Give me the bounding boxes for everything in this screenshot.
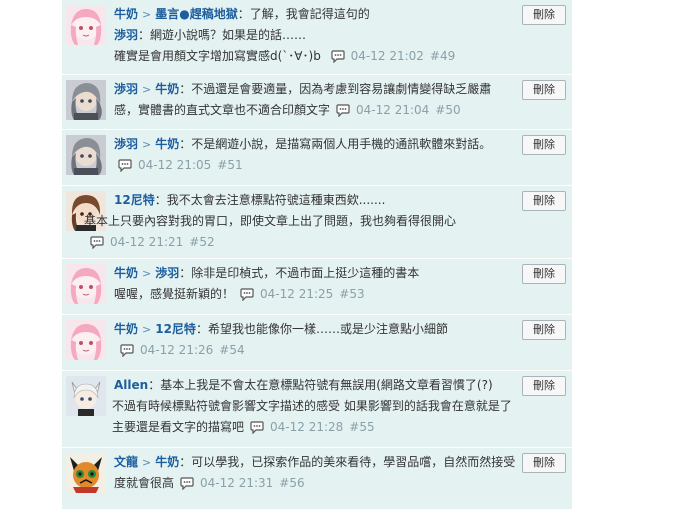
- avatar-grey-hair[interactable]: [66, 135, 106, 175]
- reply-time: 04-12 21:31: [200, 476, 274, 490]
- floor-number[interactable]: #53: [339, 287, 364, 301]
- delete-button[interactable]: 刪除: [522, 376, 566, 396]
- user-link[interactable]: 牛奶: [114, 322, 138, 336]
- reply-text: 牛奶 > 渉羽：除非是印楨式，不過市面上挺少這種的書本 喔喔，感覺挺新穎的！ 04-1…: [114, 263, 502, 308]
- reply-item: 牛奶 > 渉羽：除非是印楨式，不過市面上挺少這種的書本 喔喔，感覺挺新穎的！ 04-1…: [62, 259, 572, 315]
- avatar-grey-hair[interactable]: [66, 80, 106, 120]
- delete-button[interactable]: 刪除: [522, 5, 566, 25]
- comment-icon[interactable]: [118, 158, 132, 179]
- reply-body: ：希望我也能像你一樣……或是少注意點小細節: [195, 322, 448, 336]
- reply-body: 主要還是看文字的描寫吧: [112, 420, 245, 434]
- reply-body: 確實是會用顏文字增加寫實感d(`･∀･)b: [114, 49, 321, 63]
- delete-button[interactable]: 刪除: [522, 453, 566, 473]
- user-link[interactable]: 牛奶: [155, 455, 179, 469]
- user-link[interactable]: 12尼特: [114, 193, 155, 207]
- reply-body: ：基本上我是不會太在意標點符號有無誤用(網路文章看習慣了(?): [148, 378, 493, 392]
- reply-text: 渉羽 > 牛奶：不是網遊小說，是描寫兩個人用手機的通訊軟體來對話。: [114, 134, 502, 155]
- reply-item: 渉羽 > 牛奶：不是網遊小說，是描寫兩個人用手機的通訊軟體來對話。 04-12 21…: [62, 130, 572, 186]
- reply-body: 不過有時候標點符號會影響文字描述的感受 如果影響到的話我會在意就是了: [112, 399, 512, 413]
- floor-number[interactable]: #51: [217, 158, 242, 172]
- user-link[interactable]: 牛奶: [114, 266, 138, 280]
- user-link[interactable]: 渉羽: [114, 82, 138, 96]
- reply-text: 渉羽 > 牛奶：不過還是會要適量，因為考慮到容易讓劇情變得缺乏嚴肅感，實體書的直式文…: [114, 79, 502, 124]
- reply-item: 牛奶 > 墨言●趕稿地獄：了解，我會記得這句的 渉羽：網遊小說嗎？如果是的話…… 確…: [62, 0, 572, 75]
- reply-body: ：了解，我會記得這句的: [237, 7, 370, 21]
- floor-number[interactable]: #52: [189, 235, 214, 249]
- delete-button[interactable]: 刪除: [522, 264, 566, 284]
- reply-item: 牛奶 >12尼特：希望我也能像你一樣……或是少注意點小細節 04-12 21:26 #…: [62, 315, 572, 371]
- delete-button[interactable]: 刪除: [522, 135, 566, 155]
- reply-item: 渉羽 > 牛奶：不過還是會要適量，因為考慮到容易讓劇情變得缺乏嚴肅感，實體書的直式文…: [62, 75, 572, 130]
- reply-body: ：不是網遊小說，是描寫兩個人用手機的通訊軟體來對話。: [179, 137, 492, 151]
- reply-list: 牛奶 > 墨言●趕稿地獄：了解，我會記得這句的 渉羽：網遊小說嗎？如果是的話…… 確…: [62, 0, 572, 510]
- reply-arrow: >: [142, 456, 152, 469]
- reply-text: 基本上只要內容對我的胃口，即使文章上出了問題，我也夠看得很開心 04-12 21:…: [84, 211, 562, 256]
- reply-meta: 04-12 21:05 #51: [118, 155, 243, 179]
- avatar-pink-hair[interactable]: [66, 5, 106, 45]
- reply-text: 牛奶 > 墨言●趕稿地獄：了解，我會記得這句的 渉羽：網遊小說嗎？如果是的話…… 確…: [114, 4, 502, 70]
- reply-text: 文龍 > 牛奶：可以學我，已探索作品的美來看待，學習品嚐，自然而然接受度就會很高 04…: [114, 452, 517, 497]
- comment-icon[interactable]: [336, 103, 350, 124]
- reply-text: 不過有時候標點符號會影響文字描述的感受 如果影響到的話我會在意就是了 主要還是看…: [112, 396, 562, 441]
- delete-button[interactable]: 刪除: [522, 80, 566, 100]
- reply-arrow: >: [142, 8, 152, 21]
- reply-text: 12尼特：我不太會去注意標點符號這種東西欸.......: [114, 190, 534, 211]
- reply-arrow: >: [142, 323, 152, 336]
- reply-arrow: >: [142, 267, 152, 280]
- floor-number[interactable]: #55: [349, 420, 374, 434]
- reply-body: ：網遊小說嗎？如果是的話……: [138, 28, 307, 42]
- delete-button[interactable]: 刪除: [522, 191, 566, 211]
- user-link[interactable]: 渉羽: [114, 137, 138, 151]
- reply-body: ：除非是印楨式，不過市面上挺少這種的書本: [179, 266, 420, 280]
- reply-time: 04-12 21:25: [260, 287, 334, 301]
- reply-text: Allen：基本上我是不會太在意標點符號有無誤用(網路文章看習慣了(?): [114, 375, 512, 396]
- comment-icon[interactable]: [331, 49, 345, 70]
- floor-number[interactable]: #50: [435, 103, 460, 117]
- user-link[interactable]: 牛奶: [155, 82, 179, 96]
- reply-time: 04-12 21:02: [350, 49, 424, 63]
- reply-arrow: >: [142, 83, 152, 96]
- avatar-pink-hair[interactable]: [66, 320, 106, 360]
- comment-icon[interactable]: [250, 420, 264, 441]
- reply-body: ：我不太會去注意標點符號這種東西欸.......: [154, 193, 386, 207]
- avatar-white-ears[interactable]: [66, 376, 106, 416]
- reply-time: 04-12 21:04: [356, 103, 430, 117]
- floor-number[interactable]: #56: [279, 476, 304, 490]
- avatar-cat-mask[interactable]: [66, 453, 106, 493]
- user-link[interactable]: 牛奶: [114, 7, 138, 21]
- avatar-pink-hair[interactable]: [66, 264, 106, 304]
- floor-number[interactable]: #54: [219, 343, 244, 357]
- reply-item: 文龍 > 牛奶：可以學我，已探索作品的美來看待，學習品嚐，自然而然接受度就會很高 04…: [62, 448, 572, 510]
- reply-text: 牛奶 >12尼特：希望我也能像你一樣……或是少注意點小細節 04-12 21:26 #…: [114, 319, 502, 364]
- user-link[interactable]: 渉羽: [114, 28, 138, 42]
- reply-item: 12尼特：我不太會去注意標點符號這種東西欸....... 基本上只要內容對我的胃…: [62, 186, 572, 259]
- reply-time: 04-12 21:05: [138, 158, 212, 172]
- user-link[interactable]: 墨言●趕稿地獄: [155, 7, 237, 21]
- reply-time: 04-12 21:28: [270, 420, 344, 434]
- comment-icon[interactable]: [90, 235, 104, 256]
- reply-body: 喔喔，感覺挺新穎的！: [114, 287, 235, 301]
- comment-icon[interactable]: [180, 476, 194, 497]
- reply-body: 基本上只要內容對我的胃口，即使文章上出了問題，我也夠看得很開心: [84, 214, 457, 228]
- user-link[interactable]: 渉羽: [155, 266, 179, 280]
- floor-number[interactable]: #49: [430, 49, 455, 63]
- reply-time: 04-12 21:21: [110, 235, 184, 249]
- comment-icon[interactable]: [240, 287, 254, 308]
- user-link[interactable]: 牛奶: [155, 137, 179, 151]
- reply-item: Allen：基本上我是不會太在意標點符號有無誤用(網路文章看習慣了(?) 不過有…: [62, 371, 572, 448]
- user-link[interactable]: 12尼特: [155, 322, 196, 336]
- comment-icon[interactable]: [120, 343, 134, 364]
- delete-button[interactable]: 刪除: [522, 320, 566, 340]
- user-link[interactable]: Allen: [114, 378, 148, 392]
- user-link[interactable]: 文龍: [114, 455, 138, 469]
- reply-arrow: >: [142, 138, 152, 151]
- reply-time: 04-12 21:26: [140, 343, 214, 357]
